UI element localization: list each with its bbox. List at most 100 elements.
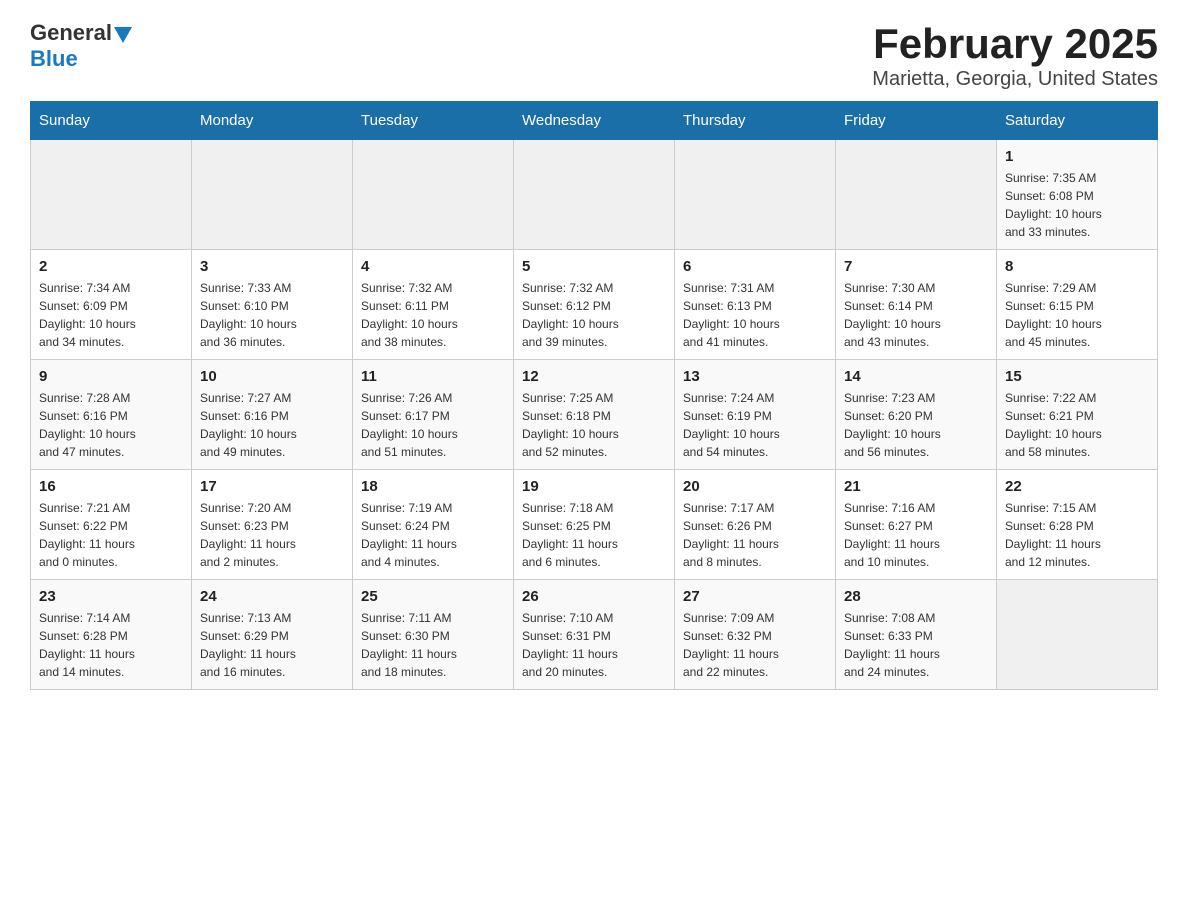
calendar-cell: 19 Sunrise: 7:18 AM Sunset: 6:25 PM Dayli… [514, 470, 675, 580]
day-number: 10 [200, 368, 344, 385]
calendar-header-row: SundayMondayTuesdayWednesdayThursdayFrid… [31, 102, 1158, 140]
day-info: Sunrise: 7:24 AM Sunset: 6:19 PM Dayligh… [683, 389, 827, 461]
page-header: General Blue February 2025 Marietta, Geo… [30, 20, 1158, 91]
day-info: Sunrise: 7:26 AM Sunset: 6:17 PM Dayligh… [361, 389, 505, 461]
day-number: 26 [522, 588, 666, 605]
weekday-header-friday: Friday [836, 102, 997, 140]
day-info: Sunrise: 7:14 AM Sunset: 6:28 PM Dayligh… [39, 609, 183, 681]
day-info: Sunrise: 7:32 AM Sunset: 6:12 PM Dayligh… [522, 279, 666, 351]
day-number: 24 [200, 588, 344, 605]
day-info: Sunrise: 7:32 AM Sunset: 6:11 PM Dayligh… [361, 279, 505, 351]
logo: General Blue [30, 20, 132, 72]
day-number: 19 [522, 478, 666, 495]
day-number: 3 [200, 258, 344, 275]
day-info: Sunrise: 7:33 AM Sunset: 6:10 PM Dayligh… [200, 279, 344, 351]
calendar-cell: 25 Sunrise: 7:11 AM Sunset: 6:30 PM Dayli… [353, 580, 514, 690]
calendar-cell: 20 Sunrise: 7:17 AM Sunset: 6:26 PM Dayli… [675, 470, 836, 580]
day-number: 22 [1005, 478, 1149, 495]
day-info: Sunrise: 7:25 AM Sunset: 6:18 PM Dayligh… [522, 389, 666, 461]
logo-blue-text: Blue [30, 46, 78, 72]
calendar-cell [353, 140, 514, 250]
calendar-cell: 1 Sunrise: 7:35 AM Sunset: 6:08 PM Daylig… [997, 140, 1158, 250]
calendar-week-row: 16 Sunrise: 7:21 AM Sunset: 6:22 PM Dayli… [31, 470, 1158, 580]
day-number: 6 [683, 258, 827, 275]
day-info: Sunrise: 7:22 AM Sunset: 6:21 PM Dayligh… [1005, 389, 1149, 461]
day-number: 12 [522, 368, 666, 385]
day-number: 9 [39, 368, 183, 385]
weekday-header-wednesday: Wednesday [514, 102, 675, 140]
weekday-header-monday: Monday [192, 102, 353, 140]
day-info: Sunrise: 7:09 AM Sunset: 6:32 PM Dayligh… [683, 609, 827, 681]
calendar-cell: 8 Sunrise: 7:29 AM Sunset: 6:15 PM Daylig… [997, 250, 1158, 360]
day-number: 18 [361, 478, 505, 495]
calendar-cell: 15Sunrise: 7:22 AM Sunset: 6:21 PM Dayli… [997, 360, 1158, 470]
calendar-week-row: 23 Sunrise: 7:14 AM Sunset: 6:28 PM Dayli… [31, 580, 1158, 690]
calendar-cell: 22 Sunrise: 7:15 AM Sunset: 6:28 PM Dayli… [997, 470, 1158, 580]
logo-arrow-icon [114, 27, 132, 43]
day-number: 1 [1005, 148, 1149, 165]
day-number: 23 [39, 588, 183, 605]
logo-general-text: General [30, 20, 112, 46]
day-info: Sunrise: 7:21 AM Sunset: 6:22 PM Dayligh… [39, 499, 183, 571]
calendar-week-row: 1 Sunrise: 7:35 AM Sunset: 6:08 PM Daylig… [31, 140, 1158, 250]
day-info: Sunrise: 7:20 AM Sunset: 6:23 PM Dayligh… [200, 499, 344, 571]
day-info: Sunrise: 7:15 AM Sunset: 6:28 PM Dayligh… [1005, 499, 1149, 571]
weekday-header-sunday: Sunday [31, 102, 192, 140]
calendar-subtitle: Marietta, Georgia, United States [872, 68, 1158, 91]
day-number: 4 [361, 258, 505, 275]
calendar-cell [675, 140, 836, 250]
day-number: 16 [39, 478, 183, 495]
day-info: Sunrise: 7:18 AM Sunset: 6:25 PM Dayligh… [522, 499, 666, 571]
day-number: 28 [844, 588, 988, 605]
day-info: Sunrise: 7:19 AM Sunset: 6:24 PM Dayligh… [361, 499, 505, 571]
day-info: Sunrise: 7:11 AM Sunset: 6:30 PM Dayligh… [361, 609, 505, 681]
title-area: February 2025 Marietta, Georgia, United … [872, 20, 1158, 91]
day-number: 27 [683, 588, 827, 605]
calendar-cell: 13 Sunrise: 7:24 AM Sunset: 6:19 PM Dayli… [675, 360, 836, 470]
day-number: 2 [39, 258, 183, 275]
day-number: 25 [361, 588, 505, 605]
calendar-cell: 9Sunrise: 7:28 AM Sunset: 6:16 PM Daylig… [31, 360, 192, 470]
calendar-cell: 7Sunrise: 7:30 AM Sunset: 6:14 PM Daylig… [836, 250, 997, 360]
day-info: Sunrise: 7:16 AM Sunset: 6:27 PM Dayligh… [844, 499, 988, 571]
calendar-cell: 21Sunrise: 7:16 AM Sunset: 6:27 PM Dayli… [836, 470, 997, 580]
calendar-cell: 5 Sunrise: 7:32 AM Sunset: 6:12 PM Daylig… [514, 250, 675, 360]
day-number: 5 [522, 258, 666, 275]
day-number: 14 [844, 368, 988, 385]
day-number: 8 [1005, 258, 1149, 275]
day-info: Sunrise: 7:35 AM Sunset: 6:08 PM Dayligh… [1005, 169, 1149, 241]
day-info: Sunrise: 7:10 AM Sunset: 6:31 PM Dayligh… [522, 609, 666, 681]
calendar-cell: 4 Sunrise: 7:32 AM Sunset: 6:11 PM Daylig… [353, 250, 514, 360]
calendar-week-row: 2Sunrise: 7:34 AM Sunset: 6:09 PM Daylig… [31, 250, 1158, 360]
calendar-table: SundayMondayTuesdayWednesdayThursdayFrid… [30, 101, 1158, 690]
calendar-cell [31, 140, 192, 250]
calendar-cell: 14 Sunrise: 7:23 AM Sunset: 6:20 PM Dayli… [836, 360, 997, 470]
day-info: Sunrise: 7:31 AM Sunset: 6:13 PM Dayligh… [683, 279, 827, 351]
calendar-cell [997, 580, 1158, 690]
calendar-cell [192, 140, 353, 250]
calendar-cell: 26 Sunrise: 7:10 AM Sunset: 6:31 PM Dayli… [514, 580, 675, 690]
calendar-cell: 10 Sunrise: 7:27 AM Sunset: 6:16 PM Dayli… [192, 360, 353, 470]
day-info: Sunrise: 7:27 AM Sunset: 6:16 PM Dayligh… [200, 389, 344, 461]
day-number: 20 [683, 478, 827, 495]
calendar-cell: 27 Sunrise: 7:09 AM Sunset: 6:32 PM Dayli… [675, 580, 836, 690]
weekday-header-saturday: Saturday [997, 102, 1158, 140]
day-number: 17 [200, 478, 344, 495]
day-info: Sunrise: 7:23 AM Sunset: 6:20 PM Dayligh… [844, 389, 988, 461]
calendar-cell: 28 Sunrise: 7:08 AM Sunset: 6:33 PM Dayli… [836, 580, 997, 690]
day-info: Sunrise: 7:13 AM Sunset: 6:29 PM Dayligh… [200, 609, 344, 681]
day-info: Sunrise: 7:08 AM Sunset: 6:33 PM Dayligh… [844, 609, 988, 681]
calendar-cell: 17 Sunrise: 7:20 AM Sunset: 6:23 PM Dayli… [192, 470, 353, 580]
day-number: 7 [844, 258, 988, 275]
day-info: Sunrise: 7:17 AM Sunset: 6:26 PM Dayligh… [683, 499, 827, 571]
day-info: Sunrise: 7:29 AM Sunset: 6:15 PM Dayligh… [1005, 279, 1149, 351]
calendar-cell: 23 Sunrise: 7:14 AM Sunset: 6:28 PM Dayli… [31, 580, 192, 690]
calendar-cell [836, 140, 997, 250]
calendar-cell: 3 Sunrise: 7:33 AM Sunset: 6:10 PM Daylig… [192, 250, 353, 360]
day-number: 13 [683, 368, 827, 385]
calendar-cell: 2Sunrise: 7:34 AM Sunset: 6:09 PM Daylig… [31, 250, 192, 360]
calendar-cell: 6 Sunrise: 7:31 AM Sunset: 6:13 PM Daylig… [675, 250, 836, 360]
calendar-title: February 2025 [872, 20, 1158, 68]
weekday-header-tuesday: Tuesday [353, 102, 514, 140]
day-number: 11 [361, 368, 505, 385]
